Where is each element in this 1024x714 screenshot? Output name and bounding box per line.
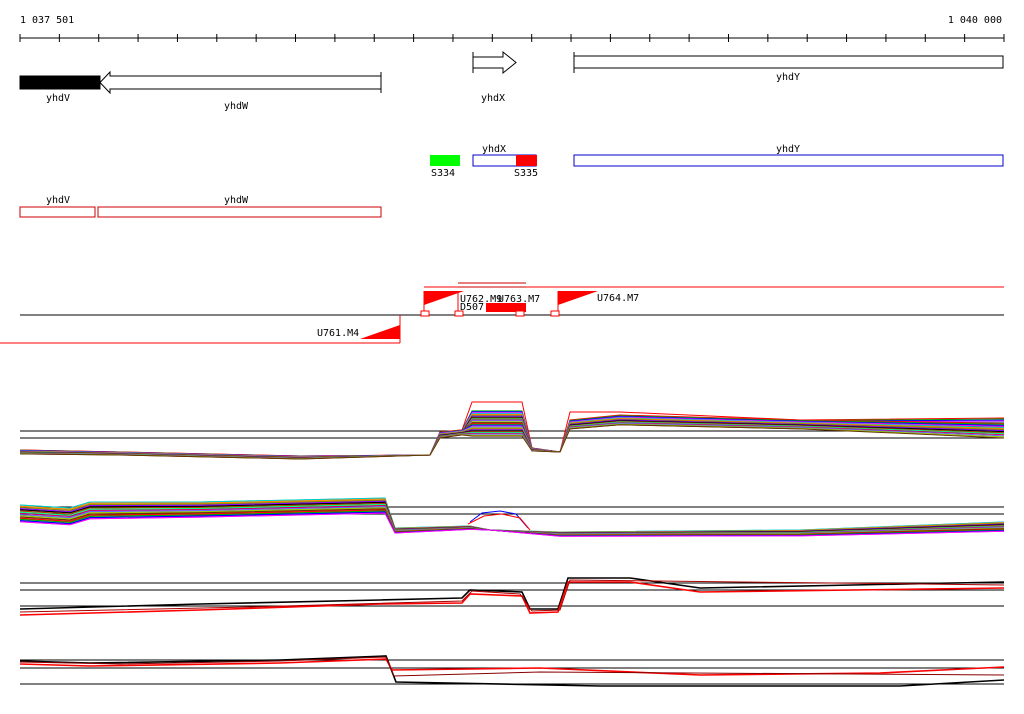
ruler-end-label: 1 040 000 bbox=[948, 15, 1002, 26]
ruler-start-label: 1 037 501 bbox=[20, 15, 74, 26]
tu-D507[interactable]: D507 bbox=[460, 302, 526, 317]
feature-yhdV-minus-label: yhdV bbox=[46, 195, 70, 206]
feature-yhdY-box[interactable] bbox=[573, 154, 1004, 167]
gene-yhdV-arrow[interactable] bbox=[19, 75, 101, 90]
tu-U764-M7-label: U764.M7 bbox=[597, 293, 639, 304]
feature-S335[interactable] bbox=[516, 155, 537, 166]
gene-yhdY[interactable]: yhdY bbox=[573, 52, 1004, 83]
feature-yhdV-minus-box[interactable] bbox=[19, 206, 96, 218]
gene-yhdW-label: yhdW bbox=[224, 101, 249, 112]
tu-U764-M7-promoter[interactable] bbox=[558, 291, 598, 305]
expr2-profile-lines bbox=[19, 497, 1005, 537]
plus-strand-feature-track: S334 yhdX S335 yhdY bbox=[430, 144, 1004, 179]
feature-yhdW-minus-box[interactable] bbox=[97, 206, 382, 218]
gene-yhdY-arrow[interactable] bbox=[573, 55, 1004, 69]
feature-yhdW-minus-label: yhdW bbox=[224, 195, 249, 206]
gene-yhdX-label: yhdX bbox=[481, 93, 505, 104]
gene-yhdX-arrow[interactable] bbox=[472, 50, 517, 75]
expression-track-plus-multi bbox=[19, 401, 1005, 460]
expression-track-minus-summary bbox=[19, 655, 1005, 687]
gene-yhdV-label: yhdV bbox=[46, 93, 70, 104]
expr1-profile-lines bbox=[19, 401, 1005, 460]
gene-yhdY-label: yhdY bbox=[776, 72, 800, 83]
feature-S334[interactable] bbox=[430, 155, 460, 166]
expression-track-plus-summary bbox=[19, 577, 1005, 616]
tu-D507-end-box bbox=[515, 310, 525, 317]
feature-yhdY-label: yhdY bbox=[776, 144, 800, 155]
tu-U764-M7[interactable]: U764.M7 bbox=[550, 291, 639, 317]
tu-U762-M9-box bbox=[420, 310, 430, 317]
feature-S335-label: S335 bbox=[514, 168, 538, 179]
feature-yhdX-label: yhdX bbox=[482, 144, 506, 155]
minus-strand-feature-track: yhdV yhdW bbox=[19, 195, 382, 218]
genome-browser-view: 1 037 501 1 040 000 yhdV yhdW yhdX yhdY … bbox=[0, 15, 1005, 687]
transcription-unit-track: U762.M9 U763.M7 D507 U764.M7 U761.M4 bbox=[0, 282, 1004, 344]
tu-U764-M7-box bbox=[550, 310, 560, 317]
expr3-profile-lines bbox=[19, 577, 1005, 616]
feature-S334-label: S334 bbox=[431, 168, 455, 179]
gene-annotation-track: yhdV yhdW yhdX yhdY bbox=[19, 50, 1004, 112]
gene-yhdX[interactable]: yhdX bbox=[472, 50, 517, 104]
gene-yhdV[interactable]: yhdV bbox=[19, 75, 101, 104]
coordinate-ruler: 1 037 501 1 040 000 bbox=[19, 15, 1005, 42]
gene-yhdW[interactable]: yhdW bbox=[99, 70, 382, 112]
gene-yhdW-arrow[interactable] bbox=[99, 70, 382, 95]
tu-U761-M4-label: U761.M4 bbox=[317, 328, 359, 339]
tu-D507-label: D507 bbox=[460, 302, 484, 313]
tu-U761-M4-promoter[interactable] bbox=[360, 325, 400, 339]
expression-track-minus-multi bbox=[19, 497, 1005, 537]
tu-U761-M4[interactable]: U761.M4 bbox=[0, 315, 401, 344]
expression-profile-line bbox=[19, 581, 1005, 616]
